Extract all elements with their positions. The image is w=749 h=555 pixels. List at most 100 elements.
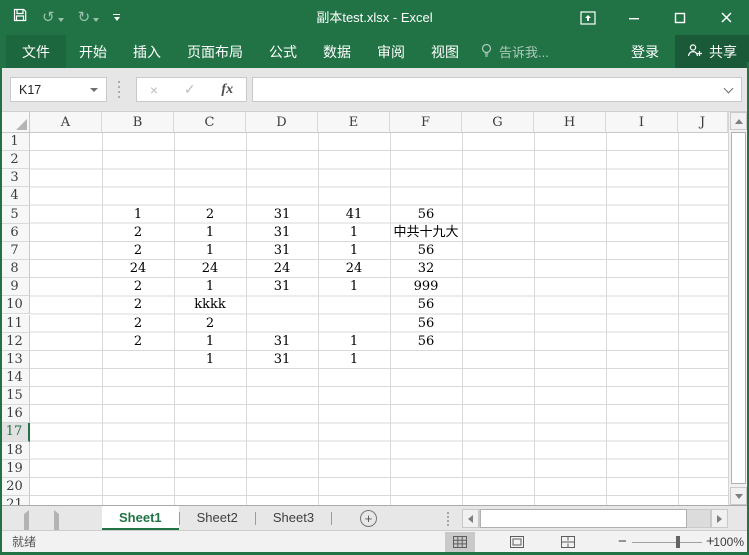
close-button[interactable] [703,0,749,35]
row-header-9[interactable]: 9 [0,278,30,297]
ribbon-tab-插入[interactable]: 插入 [120,35,174,68]
cell-D12[interactable]: 31 [246,333,318,351]
cell-E6[interactable]: 1 [318,224,390,242]
cell-C5[interactable]: 2 [174,206,246,224]
row-header-20[interactable]: 20 [0,477,30,496]
maximize-button[interactable] [657,0,703,35]
cell-F11[interactable]: 56 [390,315,462,333]
scroll-left-button[interactable] [462,509,479,528]
cell-E13[interactable]: 1 [318,351,390,369]
column-header-D[interactable]: D [246,112,318,133]
column-header-C[interactable]: C [174,112,246,133]
cell-E5[interactable]: 41 [318,206,390,224]
horizontal-scrollbar[interactable] [479,509,711,528]
ribbon-tab-数据[interactable]: 数据 [310,35,364,68]
row-header-10[interactable]: 10 [0,296,30,315]
cell-D9[interactable]: 31 [246,278,318,296]
tab-file[interactable]: 文件 [6,35,66,68]
ribbon-tab-开始[interactable]: 开始 [66,35,120,68]
cell-F8[interactable]: 32 [390,260,462,278]
sheet-tab-sheet3[interactable]: Sheet3 [256,506,331,531]
cancel-icon[interactable]: × [150,82,158,98]
zoom-slider[interactable] [632,541,702,543]
cell-F5[interactable]: 56 [390,206,462,224]
cell-D13[interactable]: 31 [246,351,318,369]
column-header-A[interactable]: A [30,112,102,133]
cell-B8[interactable]: 24 [102,260,174,278]
new-sheet-button[interactable]: + [360,510,378,527]
row-header-14[interactable]: 14 [0,368,30,388]
column-header-I[interactable]: I [606,112,678,133]
cell-D8[interactable]: 24 [246,260,318,278]
row-header-1[interactable]: 1 [0,133,30,152]
cell-F9[interactable]: 999 [390,278,462,296]
cell-B5[interactable]: 1 [102,206,174,224]
cell-B7[interactable]: 2 [102,242,174,260]
zoom-slider-thumb[interactable] [676,536,680,548]
enter-icon[interactable]: ✓ [184,81,196,98]
cell-B9[interactable]: 2 [102,278,174,296]
scroll-right-button[interactable] [711,509,728,528]
name-box[interactable]: K17 [10,77,107,102]
select-all-button[interactable] [0,112,30,133]
cell-B12[interactable]: 2 [102,333,174,351]
ribbon-display-options-button[interactable] [565,0,611,35]
zoom-out-button[interactable]: − [618,531,627,552]
cell-D5[interactable]: 31 [246,206,318,224]
row-header-3[interactable]: 3 [0,169,30,188]
row-header-12[interactable]: 12 [0,332,30,351]
cell-B6[interactable]: 2 [102,224,174,242]
cell-C10[interactable]: kkkk [174,296,246,314]
cell-F7[interactable]: 56 [390,242,462,260]
scroll-down-button[interactable] [730,487,747,505]
tell-me-box[interactable]: 告诉我... [480,35,549,68]
formula-input[interactable] [252,77,742,102]
insert-function-icon[interactable]: fx [221,82,233,98]
row-header-21[interactable]: 21 [0,496,30,505]
cell-C9[interactable]: 1 [174,278,246,296]
horizontal-scrollbar-thumb[interactable] [480,509,687,528]
cell-C6[interactable]: 1 [174,224,246,242]
cell-C13[interactable]: 1 [174,351,246,369]
sheet-tab-sheet2[interactable]: Sheet2 [180,506,255,531]
page-layout-view-button[interactable] [502,532,532,552]
row-header-6[interactable]: 6 [0,223,30,242]
formula-bar-splitter[interactable] [118,81,120,83]
cell-B11[interactable]: 2 [102,315,174,333]
normal-view-button[interactable] [445,532,475,552]
share-button[interactable]: 共享 [675,35,749,68]
cell-E8[interactable]: 24 [318,260,390,278]
row-header-4[interactable]: 4 [0,187,30,206]
row-header-8[interactable]: 8 [0,260,30,279]
scroll-up-button[interactable] [730,112,747,130]
ribbon-tab-页面布局[interactable]: 页面布局 [174,35,256,68]
row-header-13[interactable]: 13 [0,350,30,369]
cell-C11[interactable]: 2 [174,315,246,333]
cell-F12[interactable]: 56 [390,333,462,351]
row-header-17[interactable]: 17 [0,423,30,442]
vertical-scrollbar[interactable] [728,112,747,505]
cell-B10[interactable]: 2 [102,296,174,314]
ribbon-tab-审阅[interactable]: 审阅 [364,35,418,68]
name-box-dropdown-icon[interactable] [90,87,98,92]
page-break-preview-button[interactable] [553,532,583,552]
sign-in-button[interactable]: 登录 [615,35,675,68]
row-header-16[interactable]: 16 [0,405,30,424]
vertical-scrollbar-thumb[interactable] [731,132,746,484]
ribbon-tab-视图[interactable]: 视图 [418,35,472,68]
tabbar-splitter[interactable] [447,512,449,514]
cell-C7[interactable]: 1 [174,242,246,260]
cell-E12[interactable]: 1 [318,333,390,351]
cell-E7[interactable]: 1 [318,242,390,260]
cell-C8[interactable]: 24 [174,260,246,278]
sheet-tab-sheet1[interactable]: Sheet1 [102,506,179,531]
column-header-H[interactable]: H [534,112,606,133]
column-header-F[interactable]: F [390,112,462,133]
row-header-19[interactable]: 19 [0,459,30,478]
row-header-18[interactable]: 18 [0,441,30,460]
row-header-7[interactable]: 7 [0,241,30,261]
column-header-G[interactable]: G [462,112,534,133]
cell-F6[interactable]: 中共十九大 [390,224,462,242]
cell-D6[interactable]: 31 [246,224,318,242]
row-header-15[interactable]: 15 [0,387,30,406]
